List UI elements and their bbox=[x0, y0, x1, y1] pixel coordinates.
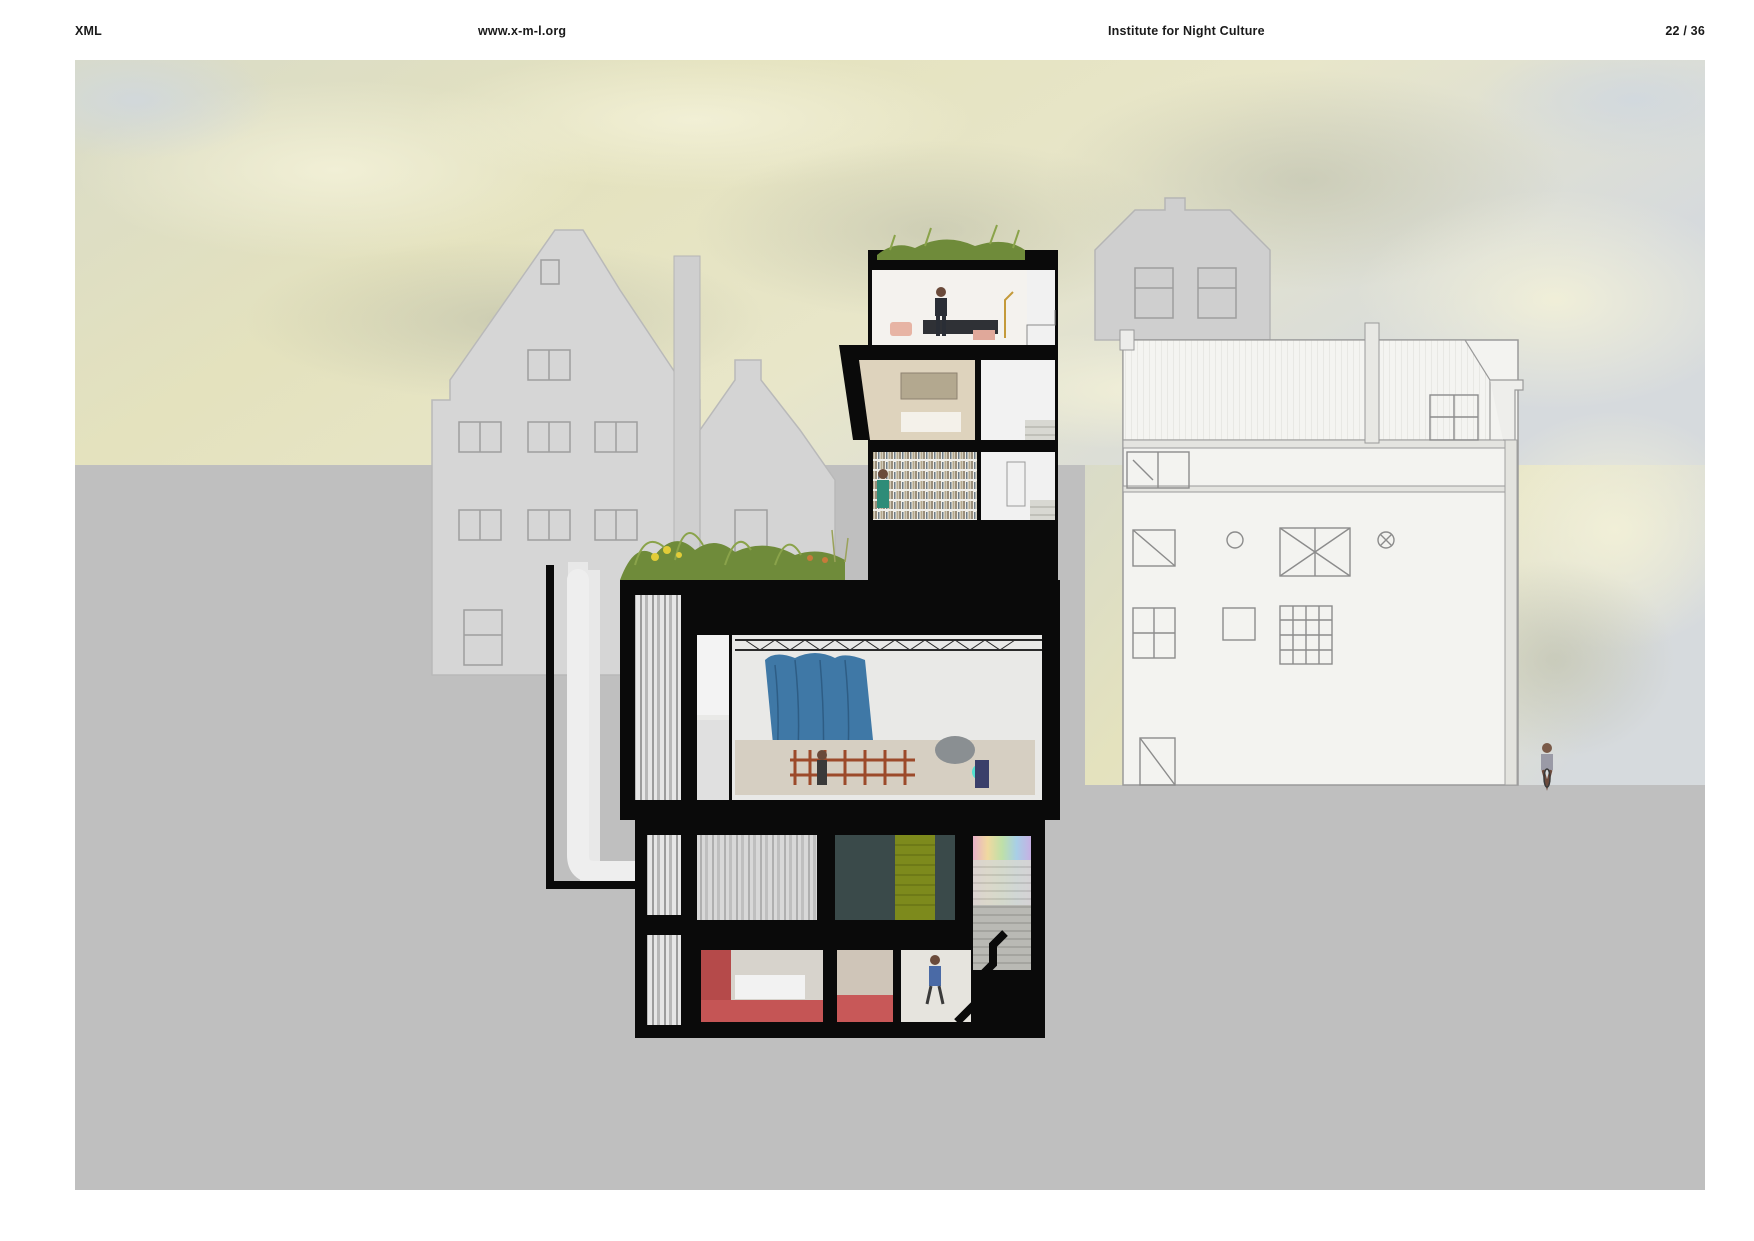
section-drawing bbox=[75, 60, 1705, 1190]
site-url-link[interactable]: www.x-m-l.org bbox=[478, 24, 566, 38]
page-indicator: 22 / 36 bbox=[1665, 24, 1705, 38]
right-building-elevation bbox=[1119, 322, 1553, 791]
document-title: Institute for Night Culture bbox=[1108, 24, 1265, 38]
brand-label[interactable]: XML bbox=[75, 24, 102, 38]
section-drawing-plate bbox=[75, 60, 1705, 1190]
